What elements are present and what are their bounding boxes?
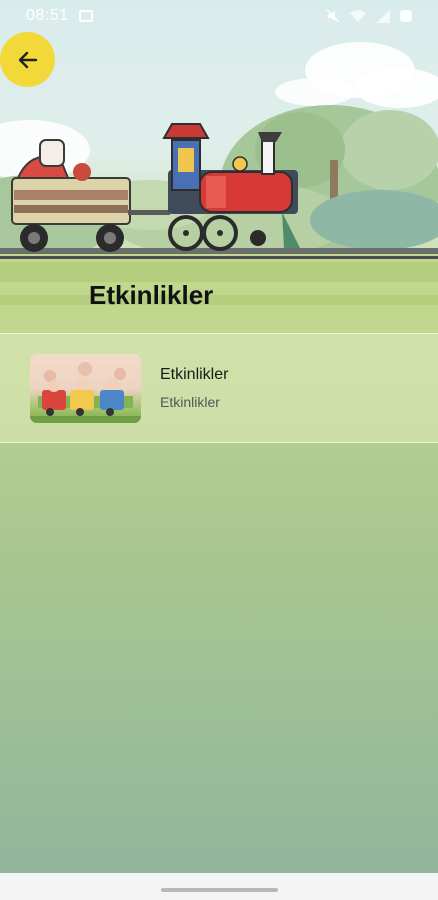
children-on-train-image bbox=[30, 361, 141, 423]
list-item-title: Etkinlikler bbox=[160, 366, 229, 383]
page-title: Etkinlikler bbox=[89, 280, 214, 310]
status-time: 08:51 bbox=[26, 7, 69, 24]
image-icon bbox=[78, 10, 93, 22]
signal-icon bbox=[376, 9, 390, 23]
train-illustration bbox=[0, 42, 438, 335]
list-item-text: Etkinlikler Etkinlikler bbox=[160, 366, 228, 410]
arrow-left-icon bbox=[18, 51, 37, 68]
battery-icon bbox=[400, 10, 412, 22]
app-screen: 08:51 Etkinlikler Etkinlikler Etkinlikle… bbox=[0, 0, 438, 900]
back-button[interactable] bbox=[0, 32, 55, 87]
list-item[interactable]: Etkinlikler Etkinlikler bbox=[0, 333, 438, 443]
wifi-icon bbox=[350, 9, 366, 22]
status-left: 08:51 bbox=[26, 7, 93, 25]
home-indicator[interactable] bbox=[161, 888, 278, 892]
system-navigation-bar bbox=[0, 873, 438, 900]
list-item-subtitle: Etkinlikler bbox=[160, 394, 220, 410]
header-illustration bbox=[0, 0, 438, 335]
list-item-thumbnail bbox=[30, 353, 141, 423]
status-right bbox=[326, 9, 412, 23]
mute-icon bbox=[326, 9, 340, 23]
status-bar: 08:51 bbox=[0, 0, 438, 32]
